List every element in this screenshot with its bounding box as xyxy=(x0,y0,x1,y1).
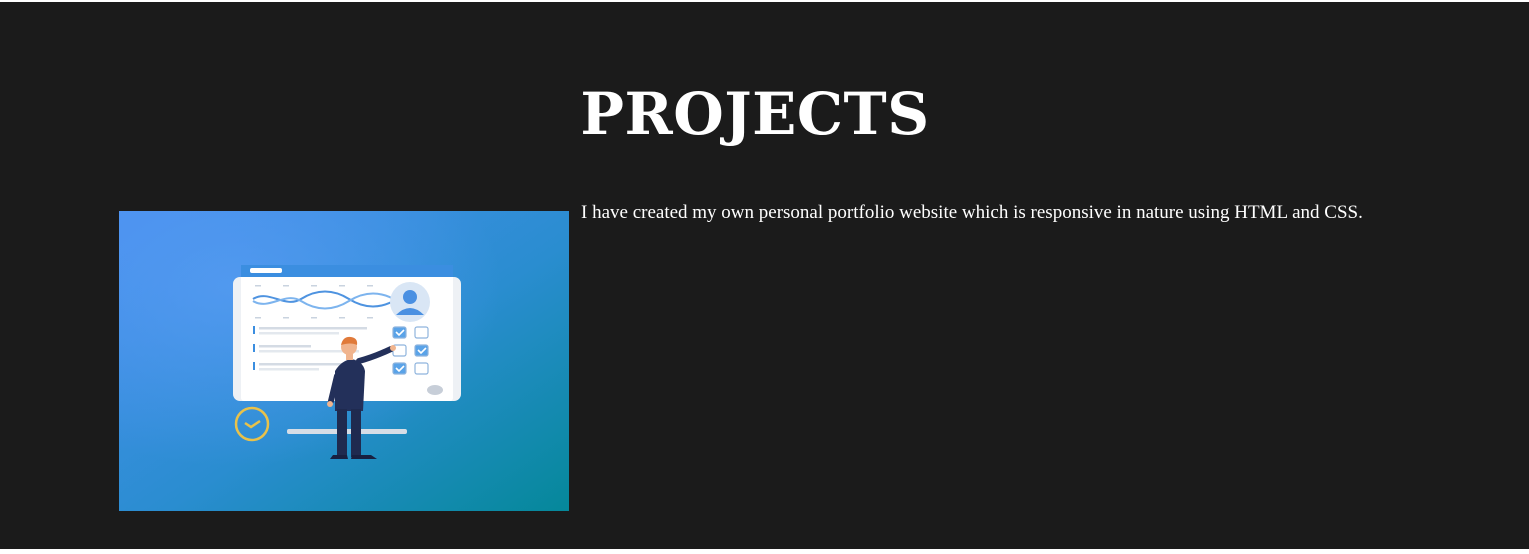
projects-section: PROJECTS I have created my own personal … xyxy=(0,2,1529,549)
dashboard-illustration-icon xyxy=(119,211,569,511)
project-image xyxy=(119,211,569,511)
project-description: I have created my own personal portfolio… xyxy=(581,202,1363,223)
section-title: PROJECTS xyxy=(580,80,930,148)
